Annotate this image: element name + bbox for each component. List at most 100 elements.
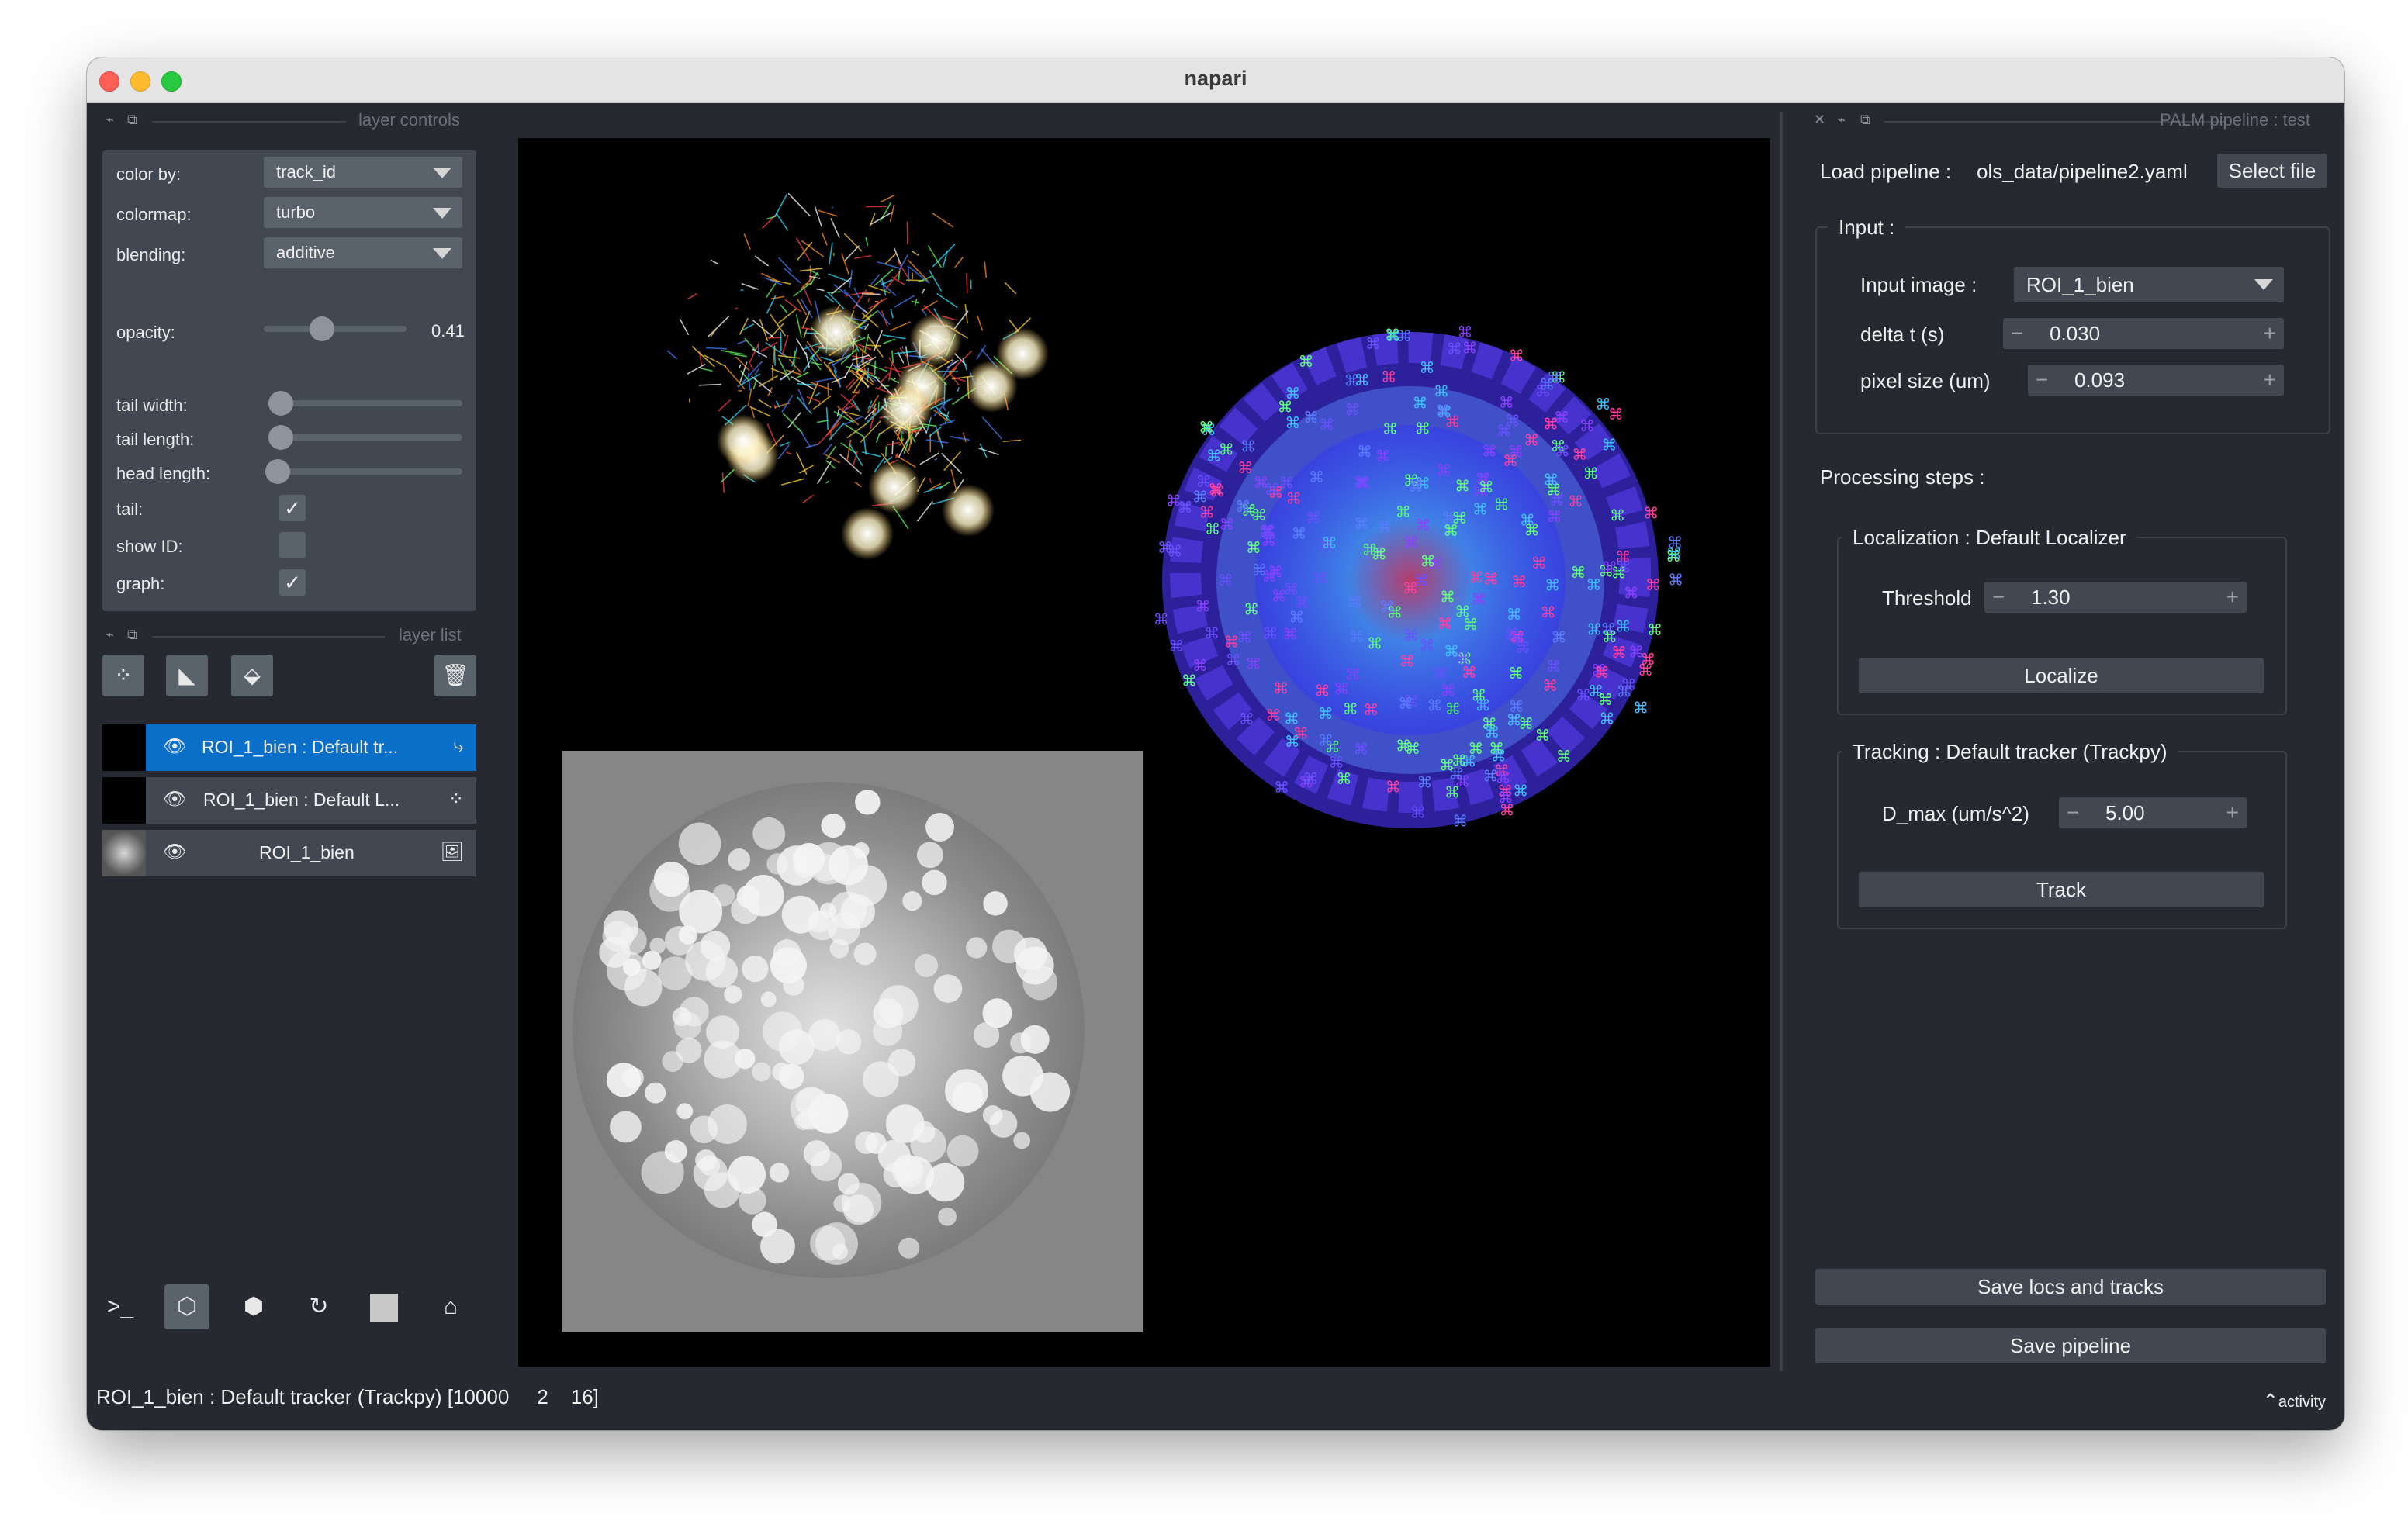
delete-layer-icon[interactable]: 🗑 [434,655,476,696]
save-pipeline-button[interactable]: Save pipeline [1815,1328,2326,1363]
opacity-slider[interactable] [264,326,407,332]
dock-splitter[interactable] [1780,112,1783,1371]
tail-width-slider[interactable] [268,400,462,406]
dmax-spinbox[interactable]: − 5.00 + [2059,797,2247,828]
dmax-label: D_max (um/s^2) [1882,802,2029,825]
svg-text:⌘: ⌘ [1647,620,1662,639]
dock-undock-icon[interactable]: ⧉ [1860,112,1870,128]
window-title: napari [1184,67,1247,90]
svg-text:⌘: ⌘ [1285,413,1300,432]
svg-text:⌘: ⌘ [1594,663,1610,682]
svg-text:⌘: ⌘ [1399,652,1415,671]
svg-text:⌘: ⌘ [1357,442,1372,461]
svg-text:⌘: ⌘ [1375,447,1391,465]
svg-text:⌘: ⌘ [1315,682,1330,700]
tail-length-slider-handle[interactable] [268,425,293,450]
decrement-icon[interactable]: − [2067,797,2079,828]
ndisplay-icon[interactable]: ⬡ [164,1284,209,1329]
svg-text:⌘: ⌘ [1354,473,1369,492]
color-by-label: color by: [116,164,182,184]
layer-row-image[interactable]: 👁 ROI_1_bien 🖼 [102,830,476,876]
graph-checkbox[interactable]: ✓ [279,569,306,596]
show-id-checkbox[interactable] [279,532,306,558]
head-length-slider-handle[interactable] [265,459,290,484]
localize-button[interactable]: Localize [1859,658,2264,693]
tail-width-slider-handle[interactable] [268,391,293,416]
color-by-select[interactable]: track_id [264,157,462,188]
svg-text:⌘: ⌘ [1599,709,1614,727]
processing-steps-label: Processing steps : [1820,465,1985,489]
palm-dock-title: PALM pipeline : test [2160,110,2311,130]
increment-icon[interactable]: + [2226,582,2239,613]
new-points-icon[interactable]: ⁘ [102,655,144,696]
opacity-slider-handle[interactable] [310,316,335,341]
svg-text:⌘: ⌘ [1436,461,1451,479]
layer-row-points[interactable]: 👁 ROI_1_bien : Default L... ⁘ [102,777,476,824]
layer-name: ROI_1_bien : Default L... [203,790,400,810]
tracks-icon: ⤷ [453,735,464,756]
threshold-spinbox[interactable]: − 1.30 + [1984,582,2247,613]
decrement-icon[interactable]: − [2011,318,2023,349]
roll-dims-icon[interactable]: ⬢ [231,1284,276,1329]
increment-icon[interactable]: + [2264,318,2276,349]
svg-text:⌘: ⌘ [1572,445,1587,464]
layer-name: ROI_1_bien : Default tr... [202,737,399,757]
dock-float-icon[interactable]: ⌁ [106,627,114,643]
close-dock-icon[interactable]: ✕ [1814,112,1825,128]
svg-text:⌘: ⌘ [1451,509,1467,527]
visibility-eye-icon[interactable]: 👁 [163,841,186,863]
home-icon[interactable]: ⌂ [428,1284,473,1329]
select-file-button[interactable]: Select file [2217,154,2327,188]
track-button[interactable]: Track [1859,872,2264,907]
layer-thumbnail [102,777,146,824]
svg-text:⌘: ⌘ [1432,665,1448,683]
svg-text:⌘: ⌘ [1386,777,1401,796]
head-length-slider[interactable] [268,468,462,475]
tail-checkbox[interactable]: ✓ [279,495,306,521]
delta-t-label: delta t (s) [1860,323,1945,346]
visibility-eye-icon[interactable]: 👁 [163,788,186,810]
new-shapes-icon[interactable]: ◣ [166,655,208,696]
svg-text:⌘: ⌘ [1547,507,1562,526]
svg-text:⌘: ⌘ [1265,706,1281,724]
threshold-value: 1.30 [2031,586,2071,609]
svg-text:⌘: ⌘ [1499,393,1514,412]
dock-float-icon[interactable]: ⌁ [106,112,114,128]
svg-text:⌘: ⌘ [1568,492,1583,510]
dock-undock-icon[interactable]: ⧉ [127,627,137,643]
visibility-eye-icon[interactable]: 👁 [163,735,186,758]
increment-icon[interactable]: + [2226,797,2239,828]
dock-float-icon[interactable]: ⌁ [1837,112,1846,128]
svg-text:⌘: ⌘ [1586,620,1602,638]
input-image-select[interactable]: ROI_1_bien [2014,267,2284,302]
layer-row-tracks[interactable]: 👁 ROI_1_bien : Default tr... ⤷ [102,724,476,771]
activity-button[interactable]: ⌃activity [2263,1390,2326,1412]
svg-text:⌘: ⌘ [1531,554,1547,572]
grid-icon[interactable] [362,1284,407,1329]
blending-select[interactable]: additive [264,237,462,268]
svg-text:⌘: ⌘ [1483,569,1499,588]
decrement-icon[interactable]: − [2036,365,2048,396]
svg-text:⌘: ⌘ [1513,782,1528,800]
console-icon[interactable]: >_ [98,1284,143,1329]
decrement-icon[interactable]: − [1992,582,2005,613]
svg-text:⌘: ⌘ [1382,420,1398,438]
pixel-size-label: pixel size (um) [1860,369,1991,392]
svg-text:⌘: ⌘ [1462,663,1477,682]
dock-undock-icon[interactable]: ⧉ [127,112,137,128]
increment-icon[interactable]: + [2264,365,2276,396]
chevron-down-icon [433,208,452,219]
svg-text:⌘: ⌘ [1494,495,1510,513]
svg-text:⌘: ⌘ [1237,458,1253,477]
save-locs-tracks-button[interactable]: Save locs and tracks [1815,1269,2326,1305]
pixel-size-spinbox[interactable]: − 0.093 + [2028,365,2284,396]
layer-thumbnail [102,830,146,876]
svg-text:⌘: ⌘ [1440,587,1455,606]
new-labels-icon[interactable]: ⬙ [231,655,273,696]
colormap-select[interactable]: turbo [264,197,462,228]
tail-length-slider[interactable] [268,434,462,441]
delta-t-spinbox[interactable]: − 0.030 + [2003,318,2284,349]
transpose-icon[interactable]: ↻ [296,1284,341,1329]
viewer-canvas[interactable]: ⌘ ⌘ ⌘ ⌘ ⌘ ⌘ ⌘ ⌘ ⌘ ⌘ ⌘ ⌘ ⌘ ⌘ ⌘ ⌘ ⌘ ⌘ ⌘ ⌘ ⌘ ⌘ ⌘ ⌘ ⌘ ⌘ ⌘ ⌘ ⌘ ⌘ ⌘ ⌘ ⌘ ⌘ ⌘ ⌘ ⌘ ⌘ ⌘ ⌘… [518,138,1770,1367]
svg-text:⌘: ⌘ [1303,769,1318,788]
